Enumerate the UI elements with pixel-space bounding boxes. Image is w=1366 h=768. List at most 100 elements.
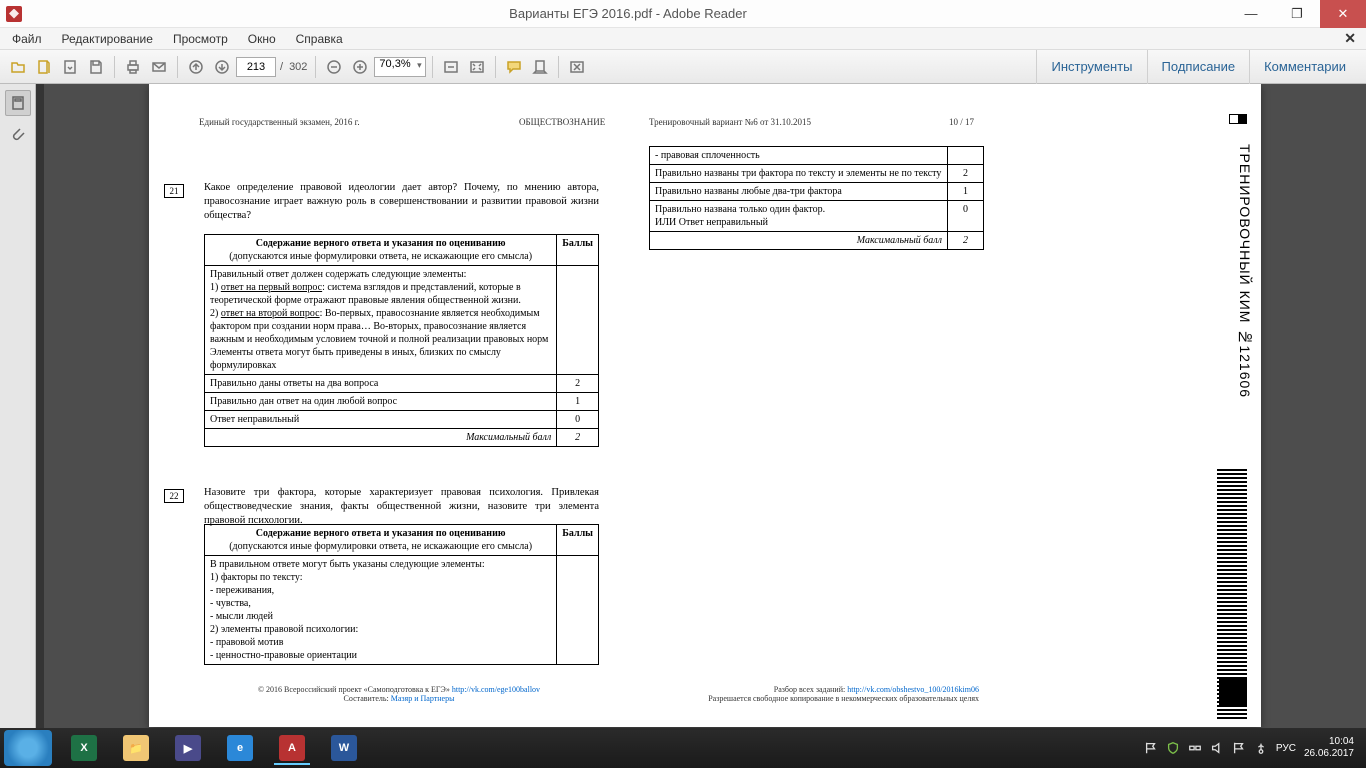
task-ie[interactable]: e <box>216 731 264 765</box>
read-mode-button[interactable] <box>565 55 589 79</box>
menubar: Файл Редактирование Просмотр Окно Справк… <box>0 28 1366 50</box>
menu-file[interactable]: Файл <box>4 30 50 48</box>
minimize-button[interactable]: — <box>1228 0 1274 28</box>
tr-r4: Правильно названа только один фактор.ИЛИ… <box>650 201 948 232</box>
task-word[interactable]: W <box>320 731 368 765</box>
prev-page-button[interactable] <box>184 55 208 79</box>
t21-max: Максимальный балл <box>205 429 557 447</box>
tray-lang[interactable]: РУС <box>1276 743 1296 754</box>
t22-h2: Баллы <box>557 525 599 556</box>
document-viewport[interactable]: Единый государственный экзамен, 2016 г. … <box>44 84 1366 728</box>
close-button[interactable]: ✕ <box>1320 0 1366 28</box>
tray-time: 10:04 <box>1304 736 1354 748</box>
table-q21: Содержание верного ответа и указания по … <box>204 234 599 447</box>
tray-action-icon[interactable] <box>1232 741 1246 755</box>
footer-l2: Составитель: <box>344 694 391 703</box>
qr-code-icon <box>1219 679 1247 707</box>
doc-header-right: Тренировочный вариант №6 от 31.10.2015 <box>649 117 811 127</box>
t21-r3b: 1 <box>557 393 599 411</box>
q22-text: Назовите три фактора, которые характериз… <box>204 486 599 528</box>
tray-network-icon[interactable] <box>1188 741 1202 755</box>
task-adobe-reader[interactable]: A <box>268 731 316 765</box>
tr-r3b: 1 <box>948 183 984 201</box>
t22-h1b: (допускаются иные формулировки ответа, н… <box>229 541 532 552</box>
tr-r1: - правовая сплоченность <box>650 147 948 165</box>
menu-view[interactable]: Просмотр <box>165 30 236 48</box>
corner-marker-icon <box>1229 114 1247 124</box>
right-panels: Инструменты Подписание Комментарии <box>1036 50 1360 84</box>
comment-button[interactable] <box>502 55 526 79</box>
page-sep: / <box>278 61 285 73</box>
tray-usb-icon[interactable] <box>1254 741 1268 755</box>
task-excel[interactable]: X <box>60 731 108 765</box>
footer-r1-link[interactable]: http://vk.com/obshestvo_100/2016kim06 <box>847 685 979 694</box>
t21-r1: Правильный ответ должен содержать следую… <box>205 266 557 375</box>
tray-flag-icon[interactable] <box>1144 741 1158 755</box>
doc-header-center: ОБЩЕСТВОЗНАНИЕ <box>519 117 605 127</box>
start-button[interactable] <box>4 730 52 766</box>
menu-edit[interactable]: Редактирование <box>54 30 161 48</box>
menu-help[interactable]: Справка <box>288 30 351 48</box>
footer-r2: Разрешается свободное копирование в неко… <box>708 694 979 703</box>
tr-r3: Правильно названы любые два-три фактора <box>650 183 948 201</box>
q21-text: Какое определение правовой идеологии дае… <box>204 181 599 223</box>
footer-l1-link[interactable]: http://vk.com/ege100ballov <box>452 685 540 694</box>
tr-r2b: 2 <box>948 165 984 183</box>
t22-r1: В правильном ответе могут быть указаны с… <box>205 556 557 665</box>
pdf-page: Единый государственный экзамен, 2016 г. … <box>149 84 1261 727</box>
print-button[interactable] <box>121 55 145 79</box>
tray-date: 26.06.2017 <box>1304 748 1354 760</box>
table-right: - правовая сплоченность Правильно назван… <box>649 146 984 250</box>
tr-max: Максимальный балл <box>650 232 948 250</box>
t21-h1b: (допускаются иные формулировки ответа, н… <box>229 251 532 262</box>
toolbar: / 302 70,3% Инструменты Подписание Комме… <box>0 50 1366 84</box>
tray-volume-icon[interactable] <box>1210 741 1224 755</box>
task-media[interactable]: ▶ <box>164 731 212 765</box>
tray-clock[interactable]: 10:04 26.06.2017 <box>1304 736 1354 760</box>
email-button[interactable] <box>147 55 171 79</box>
t21-r2b: 2 <box>557 375 599 393</box>
open-file-button[interactable] <box>6 55 30 79</box>
export-button[interactable] <box>58 55 82 79</box>
highlight-button[interactable] <box>528 55 552 79</box>
system-tray: РУС 10:04 26.06.2017 <box>1144 736 1362 760</box>
sidebar-gap <box>36 84 44 728</box>
menu-window[interactable]: Окно <box>240 30 284 48</box>
tray-shield-icon[interactable] <box>1166 741 1180 755</box>
zoom-out-button[interactable] <box>322 55 346 79</box>
save-button[interactable] <box>84 55 108 79</box>
tr-r4b: 0 <box>948 201 984 232</box>
side-label: ТРЕНИРОВОЧНЫЙ КИМ №121606 <box>1237 144 1253 398</box>
zoom-select[interactable]: 70,3% <box>374 57 425 77</box>
tr-r2: Правильно названы три фактора по тексту … <box>650 165 948 183</box>
t21-r2: Правильно даны ответы на два вопроса <box>205 375 557 393</box>
fit-page-button[interactable] <box>465 55 489 79</box>
footer-r1: Разбор всех заданий: <box>774 685 847 694</box>
fit-width-button[interactable] <box>439 55 463 79</box>
task-explorer[interactable]: 📁 <box>112 731 160 765</box>
window-controls: — ❐ ✕ <box>1228 0 1366 28</box>
titlebar: Варианты ЕГЭ 2016.pdf - Adobe Reader — ❐… <box>0 0 1366 28</box>
t21-r3: Правильно дан ответ на один любой вопрос <box>205 393 557 411</box>
page-number-input[interactable] <box>236 57 276 77</box>
app-icon <box>6 6 22 22</box>
nav-sidebar <box>0 84 36 728</box>
thumbnails-button[interactable] <box>5 90 31 116</box>
next-page-button[interactable] <box>210 55 234 79</box>
create-pdf-button[interactable] <box>32 55 56 79</box>
zoom-value: 70,3% <box>379 58 410 70</box>
sign-panel-button[interactable]: Подписание <box>1147 50 1250 84</box>
footer-l2-link[interactable]: Мазяр и Партнеры <box>391 694 455 703</box>
zoom-in-button[interactable] <box>348 55 372 79</box>
attachments-button[interactable] <box>5 122 31 148</box>
t21-h2: Баллы <box>557 235 599 266</box>
close-document-button[interactable]: ✕ <box>1338 30 1362 47</box>
tools-panel-button[interactable]: Инструменты <box>1036 50 1146 84</box>
comments-panel-button[interactable]: Комментарии <box>1249 50 1360 84</box>
t21-r4b: 0 <box>557 411 599 429</box>
page-total: 302 <box>287 61 309 73</box>
q21-number: 21 <box>164 184 184 198</box>
taskbar: X 📁 ▶ e A W РУС 10:04 26.06.2017 <box>0 728 1366 768</box>
maximize-button[interactable]: ❐ <box>1274 0 1320 28</box>
doc-header-pageno: 10 / 17 <box>949 117 974 127</box>
